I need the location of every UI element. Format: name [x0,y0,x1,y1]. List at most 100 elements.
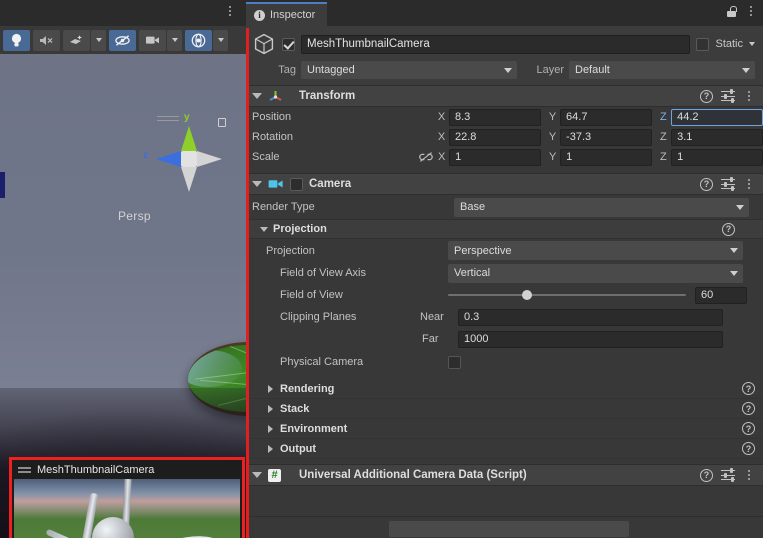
presets-icon[interactable] [721,177,735,191]
broken-link-icon[interactable] [419,151,433,163]
fov-slider-knob[interactable] [521,290,532,300]
help-icon[interactable]: ? [742,422,755,435]
foldout-rendering[interactable]: Rendering ? [246,379,763,399]
help-icon[interactable]: ? [742,382,755,395]
environment-foldout-icon[interactable] [268,424,273,433]
gizmo-axis-z-cone[interactable] [156,151,181,167]
tab-inspector[interactable]: i Inspector [246,2,328,26]
inspector-panel[interactable]: i Inspector MeshThumbnailCamera Static T… [246,0,763,538]
gameobject-name-input[interactable]: MeshThumbnailCamera [301,34,691,54]
scene-audio-toggle[interactable] [33,29,60,51]
help-icon[interactable]: ? [700,177,713,191]
inspector-kebab-menu-icon[interactable] [745,4,757,18]
layer-dropdown[interactable]: Default [569,61,755,79]
scene-view-toolbar[interactable] [0,26,246,54]
foldout-stack[interactable]: Stack ? [246,399,763,419]
position-x-value: 8.3 [454,111,471,123]
output-foldout-icon[interactable] [268,444,273,453]
script-foldout-icon[interactable] [252,472,262,478]
gameobject-enabled-checkbox[interactable] [282,37,295,51]
drag-handle-icon[interactable] [18,465,31,475]
scene-fx-toggle[interactable] [63,29,90,51]
gameobject-cube-icon[interactable] [252,32,276,56]
static-dropdown-chevron-down-icon[interactable] [749,42,755,46]
scene-lighting-toggle[interactable] [3,29,30,51]
transform-kebab-menu-icon[interactable] [743,89,755,103]
script-kebab-menu-icon[interactable] [743,468,755,482]
camera-foldout-icon[interactable] [252,181,262,187]
gizmo-menu-icon[interactable] [157,113,179,124]
fov-row: Field of View 60 [246,284,763,306]
scale-x-input[interactable]: 1 [449,148,542,166]
projection-section-title: Projection [273,223,327,235]
scene-orientation-gizmo[interactable]: y z [140,110,234,210]
scene-viewport[interactable]: y z Persp MeshThumbnailCamera [0,54,246,538]
camera-preview-header[interactable]: MeshThumbnailCamera [12,460,242,479]
projection-section-header[interactable]: Projection ? [246,219,763,239]
fov-slider[interactable] [448,287,686,304]
camera-preview-panel[interactable]: MeshThumbnailCamera [9,457,245,538]
camera-enabled-checkbox[interactable] [290,177,303,191]
gameobject-header: MeshThumbnailCamera Static Tag Untagged … [246,26,763,85]
tag-value: Untagged [307,64,355,76]
presets-icon[interactable] [721,468,735,482]
foldout-environment[interactable]: Environment ? [246,419,763,439]
tag-dropdown[interactable]: Untagged [301,61,517,79]
render-type-dropdown[interactable]: Base [454,197,749,217]
rendering-foldout-icon[interactable] [268,384,273,393]
scale-x-value: 1 [455,151,462,163]
presets-icon[interactable] [721,89,735,103]
component-header-transform[interactable]: Transform ? [246,85,763,107]
scene-gizmos-dropdown[interactable] [213,29,228,51]
gizmo-axis-y-neg-cone[interactable] [181,167,197,192]
rotation-z-input[interactable]: 3.1 [671,128,763,146]
fov-input[interactable]: 60 [695,286,747,304]
help-icon[interactable]: ? [700,89,713,103]
eye-crossed-icon [115,34,130,46]
rendering-label: Rendering [280,382,335,395]
inspector-bottom-bar [249,516,763,538]
camera-kebab-menu-icon[interactable] [743,177,755,191]
scene-view[interactable]: y z Persp MeshThumbnailCamera [0,0,246,538]
scale-y-input[interactable]: 1 [560,148,652,166]
help-icon[interactable]: ? [742,442,755,455]
lock-open-icon[interactable] [727,5,737,17]
rotation-z-axis-label: Z [659,131,667,143]
foldout-output[interactable]: Output ? [246,439,763,459]
position-x-input[interactable]: 8.3 [448,108,541,126]
help-icon[interactable]: ? [722,222,735,236]
component-header-camera[interactable]: Camera ? [246,173,763,195]
near-value: 0.3 [464,311,480,323]
scene-camera-dropdown[interactable] [167,29,182,51]
projection-dropdown[interactable]: Perspective [448,241,743,260]
static-label: Static [715,38,743,50]
dish-object [149,531,229,538]
add-component-button[interactable] [389,521,629,537]
far-input[interactable]: 1000 [458,330,723,348]
help-icon[interactable]: ? [742,402,755,415]
position-y-input[interactable]: 64.7 [560,108,652,126]
transform-foldout-icon[interactable] [252,93,262,99]
scene-kebab-menu-icon[interactable] [224,4,236,22]
position-z-input[interactable]: 44.2 [671,108,763,126]
gizmo-axis-y-cone[interactable] [181,126,197,151]
gizmo-center-cube[interactable] [181,151,197,167]
scene-gizmos-toggle[interactable] [185,29,212,51]
static-checkbox[interactable] [696,37,710,51]
scene-fx-dropdown[interactable] [91,29,106,51]
rotation-y-input[interactable]: -37.3 [560,128,652,146]
fov-axis-dropdown[interactable]: Vertical [448,263,743,283]
component-header-universal-additional-camera-data[interactable]: Universal Additional Camera Data (Script… [246,464,763,486]
scale-z-input[interactable]: 1 [671,148,763,166]
scene-hidden-objects-toggle[interactable] [109,29,136,51]
scene-camera-toggle[interactable] [139,29,166,51]
projection-foldout-icon[interactable] [260,226,268,232]
gizmo-projection-label[interactable]: Persp [118,209,151,223]
physical-camera-checkbox[interactable] [448,355,461,369]
stack-foldout-icon[interactable] [268,404,273,413]
gizmo-lock-icon[interactable] [218,118,226,127]
rotation-x-input[interactable]: 22.8 [448,128,541,146]
help-icon[interactable]: ? [700,468,713,482]
gizmo-axis-x-neg-cone[interactable] [197,151,222,167]
near-input[interactable]: 0.3 [458,308,723,326]
